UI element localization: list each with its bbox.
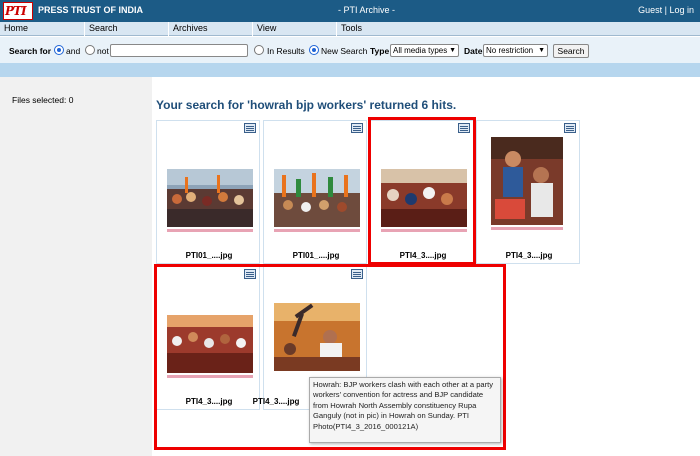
info-icon[interactable] [351,123,363,133]
sidebar: Files selected: 0 [0,77,152,456]
highlight-box-3 [368,117,476,265]
result-thumbnail-4[interactable]: PTI4_3....jpg [476,120,580,264]
new-search-label: New Search [321,46,368,56]
menu-bar: Home Search Archives View Tools [0,22,700,36]
type-label: Type [370,46,390,56]
result-photo[interactable] [491,137,563,225]
menu-view[interactable]: View [252,22,336,36]
and-label: and [66,46,81,56]
not-radio[interactable] [85,45,95,55]
org-name: PRESS TRUST OF INDIA [38,5,144,15]
app-title: - PTI Archive - [338,5,396,15]
thumb-underline [491,227,563,230]
result-filename[interactable]: PTI01_....jpg [264,251,368,260]
thumb-underline [167,229,253,232]
result-thumbnail-2[interactable]: PTI01_....jpg [263,120,367,264]
menu-tools[interactable]: Tools [336,22,420,36]
search-button[interactable]: Search [553,44,589,58]
menu-search[interactable]: Search [84,22,168,36]
user-links: Guest | Log in [638,5,694,15]
result-photo[interactable] [167,169,253,227]
in-results-label: In Results [267,46,305,56]
result-photo[interactable] [274,169,360,227]
results-title: Your search for 'howrah bjp workers' ret… [156,98,457,112]
photo-caption-tooltip: Howrah: BJP workers clash with each othe… [309,377,501,443]
info-icon[interactable] [244,123,256,133]
and-radio[interactable] [54,45,64,55]
info-icon[interactable] [564,123,576,133]
search-input[interactable] [110,44,248,57]
logo-text: PTI [5,4,27,18]
top-bar: PTI PRESS TRUST OF INDIA - PTI Archive -… [0,0,700,22]
menu-archives[interactable]: Archives [168,22,252,36]
not-label: not [97,46,109,56]
search-bar: Search for and not In Results New Search… [0,37,700,63]
login-link[interactable]: Log in [669,5,694,15]
menu-home[interactable]: Home [0,22,84,36]
new-search-radio[interactable] [309,45,319,55]
type-select-value: All media types [393,46,448,55]
type-select[interactable]: All media types ▼ [390,44,459,57]
chevron-down-icon: ▼ [538,47,545,54]
files-selected: Files selected: 0 [12,95,74,105]
result-filename[interactable]: PTI01_....jpg [157,251,261,260]
in-results-radio[interactable] [254,45,264,55]
date-label: Date [464,46,483,56]
result-filename[interactable]: PTI4_3....jpg [477,251,581,260]
search-for-label: Search for [9,46,52,56]
guest-label: Guest [638,5,663,15]
result-thumbnail-1[interactable]: PTI01_....jpg [156,120,260,264]
divider-strip [0,63,700,77]
date-select[interactable]: No restriction ▼ [483,44,548,57]
pti-logo[interactable]: PTI [3,2,33,20]
date-select-value: No restriction [486,46,534,55]
thumb-underline [274,229,360,232]
separator: | [664,5,667,15]
chevron-down-icon: ▼ [449,47,456,54]
